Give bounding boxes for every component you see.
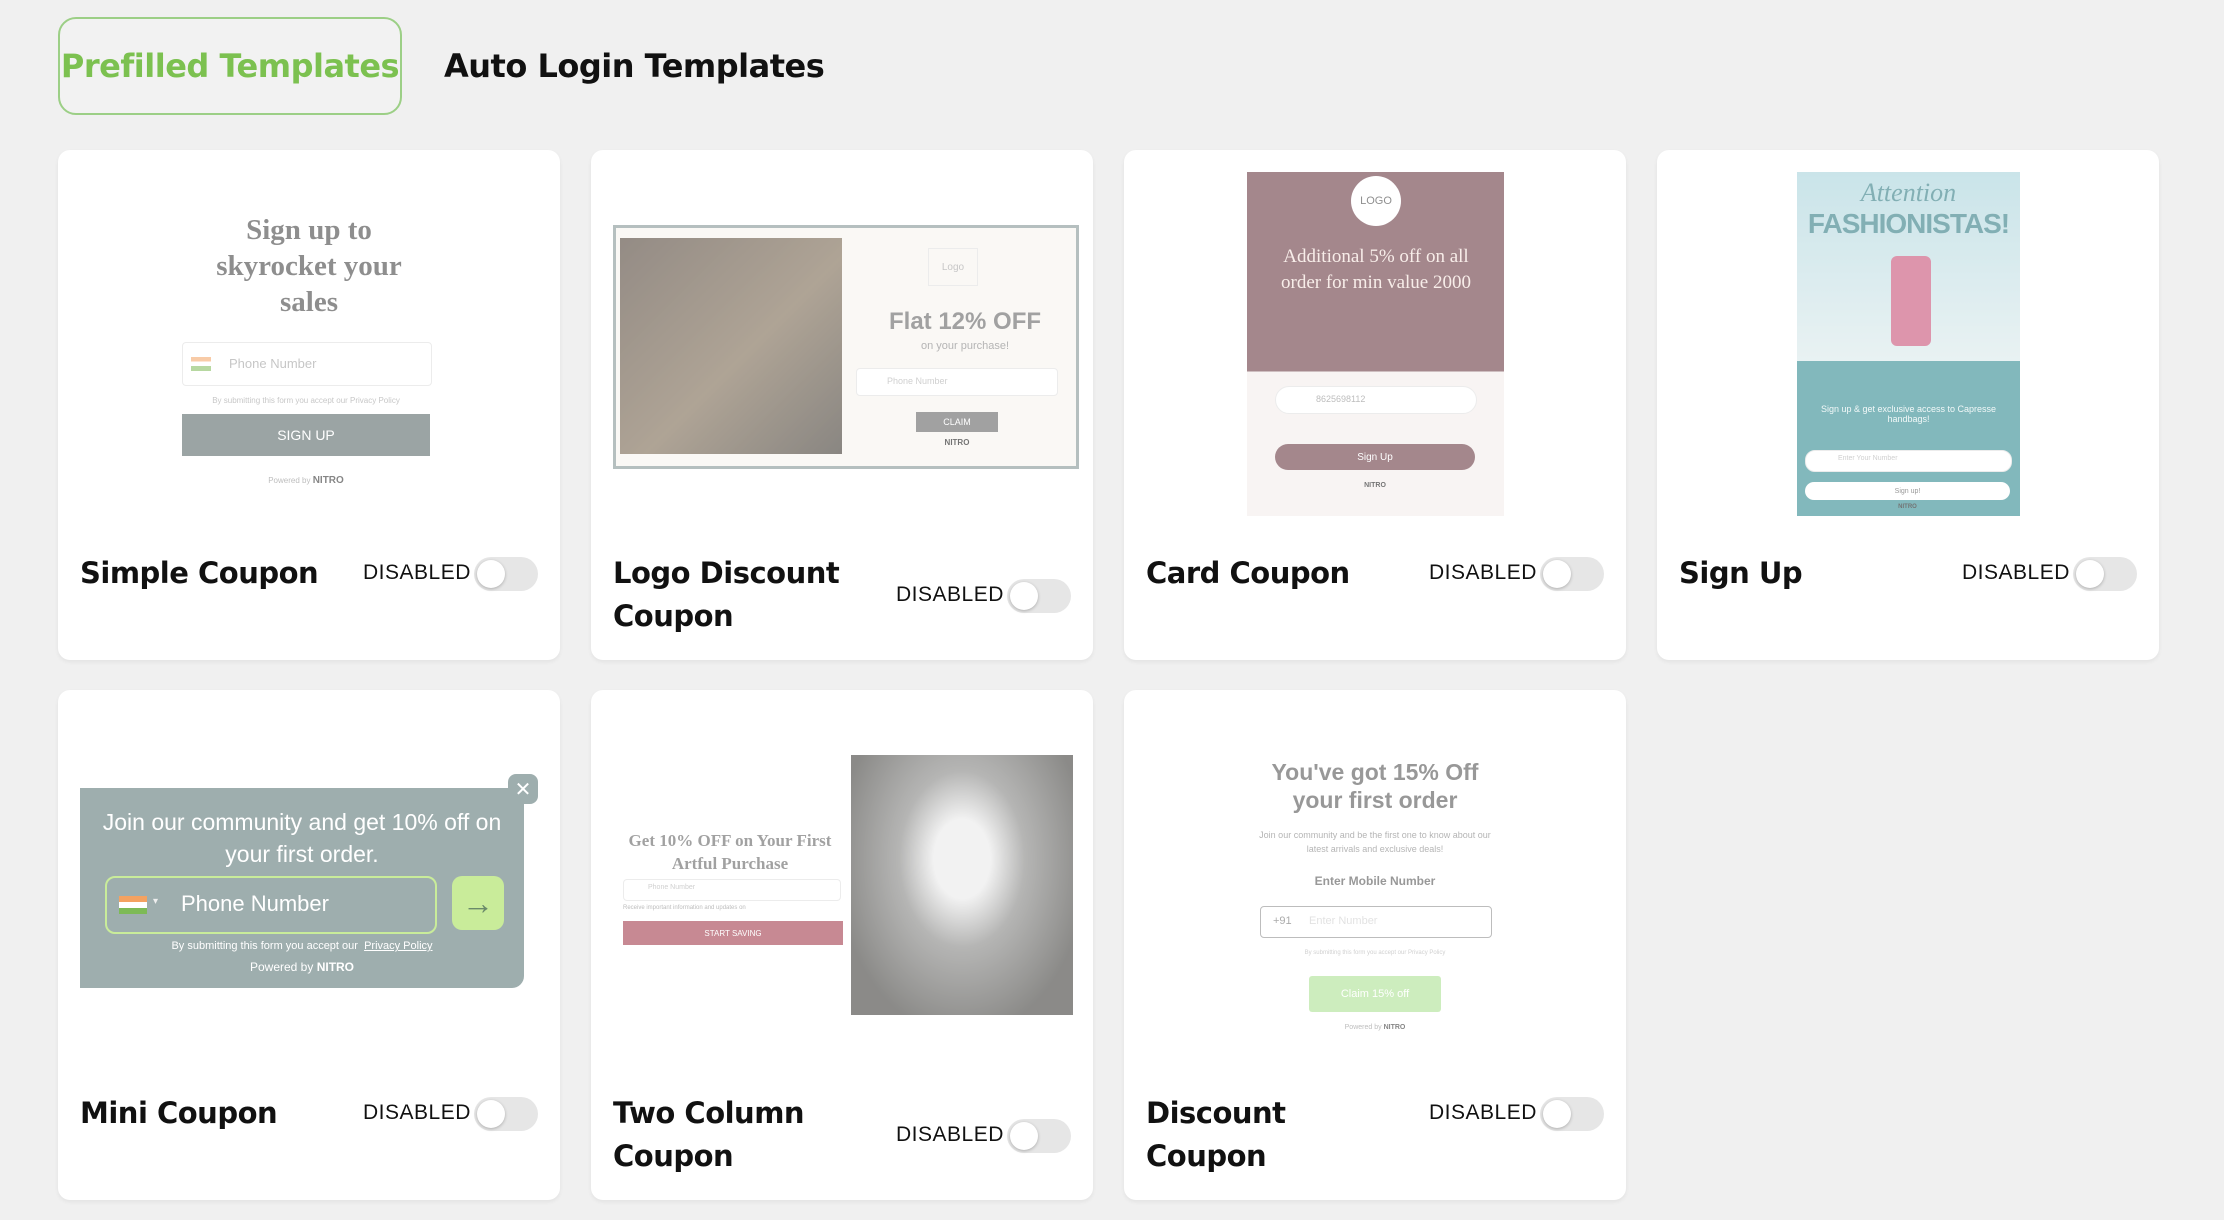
card-title: Card Coupon	[1146, 556, 1350, 590]
template-tabs: Prefilled Templates Auto Login Templates	[58, 17, 825, 115]
preview-button: Sign up!	[1805, 482, 2010, 500]
preview-field-placeholder: Phone Number	[229, 356, 317, 371]
status-label: DISABLED	[1962, 561, 2070, 584]
preview-model-image	[1891, 256, 1931, 346]
preview-headline: You've got 15% Off your first order	[1271, 759, 1479, 813]
preview-phone-field: Phone Number	[856, 368, 1058, 396]
template-preview: You've got 15% Off your first order Join…	[1124, 690, 1626, 1080]
template-card-sign-up[interactable]: Attention FASHIONISTAS! Sign up & get ex…	[1657, 150, 2159, 660]
preview-field-label: Enter Mobile Number	[1314, 874, 1436, 888]
enable-toggle[interactable]	[2073, 557, 2137, 591]
preview-powered: Powered by NITRO	[268, 475, 344, 486]
card-title: Two Column Coupon	[613, 1096, 805, 1173]
enable-toggle[interactable]	[474, 1097, 538, 1131]
template-card-mini-coupon[interactable]: Join our community and get 10% off on yo…	[58, 690, 560, 1200]
status-label: DISABLED	[363, 561, 471, 584]
preview-headline: Additional 5% off on all order for min v…	[1281, 246, 1471, 293]
card-title: Discount Coupon	[1146, 1096, 1286, 1173]
preview-sub: on your purchase!	[920, 340, 1010, 352]
preview-phone-field: ▾ Phone Number	[105, 876, 437, 934]
template-preview: Get 10% OFF on Your First Artful Purchas…	[591, 690, 1093, 1080]
preview-button: START SAVING	[623, 921, 843, 945]
preview-logo: Logo	[928, 248, 978, 286]
preview-checkbox-label: Receive important information and update…	[623, 905, 746, 911]
template-preview: Attention FASHIONISTAS! Sign up & get ex…	[1657, 150, 2159, 540]
template-card-logo-discount-coupon[interactable]: Logo Flat 12% OFF on your purchase! Phon…	[591, 150, 1093, 660]
preview-brand: NITRO	[1898, 504, 1917, 510]
flag-icon	[191, 357, 211, 371]
status-label: DISABLED	[896, 583, 1004, 606]
preview-consent: By submitting this form you accept our P…	[212, 396, 400, 405]
preview-headline: Join our community and get 10% off on yo…	[102, 809, 502, 867]
close-icon: ✕	[508, 774, 538, 804]
preview-phone-field: Enter Your Number	[1805, 450, 2012, 472]
card-title: Simple Coupon	[80, 556, 319, 590]
preview-button: Sign Up	[1275, 444, 1475, 470]
template-card-two-column-coupon[interactable]: Get 10% OFF on Your First Artful Purchas…	[591, 690, 1093, 1200]
enable-toggle[interactable]	[1007, 1119, 1071, 1153]
preview-headline: FASHIONISTAS!	[1807, 208, 2010, 239]
preview-button: SIGN UP	[182, 414, 430, 456]
preview-brand: NITRO	[1364, 482, 1386, 489]
preview-phone-field: +91 Enter Number	[1260, 906, 1492, 938]
preview-brand: NITRO	[944, 438, 970, 447]
template-card-discount-coupon[interactable]: You've got 15% Off your first order Join…	[1124, 690, 1626, 1200]
enable-toggle[interactable]	[1540, 1097, 1604, 1131]
card-title: Sign Up	[1679, 556, 1803, 590]
status-label: DISABLED	[896, 1123, 1004, 1146]
preview-popup: Logo Flat 12% OFF on your purchase! Phon…	[613, 225, 1079, 469]
enable-toggle[interactable]	[1540, 557, 1604, 591]
submit-arrow-icon: →	[452, 876, 504, 930]
card-title: Logo Discount Coupon	[613, 556, 840, 633]
card-title: Mini Coupon	[80, 1096, 278, 1130]
preview-headline: Get 10% OFF on Your First Artful Purchas…	[628, 831, 832, 873]
template-preview: Sign up to skyrocket your sales Phone Nu…	[58, 150, 560, 540]
preview-consent: By submitting this form you accept our P…	[1304, 950, 1446, 956]
preview-phone-field: 8625698112	[1275, 386, 1477, 414]
tab-auto-login-templates[interactable]: Auto Login Templates	[444, 19, 825, 113]
preview-powered: Powered by NITRO	[1344, 1024, 1406, 1031]
template-card-card-coupon[interactable]: LOGO Additional 5% off on all order for …	[1124, 150, 1626, 660]
preview-popup: Attention FASHIONISTAS! Sign up & get ex…	[1797, 172, 2020, 516]
preview-consent: By submitting this form you accept our P…	[171, 940, 433, 952]
preview-sub: Join our community and be the first one …	[1259, 830, 1491, 854]
preview-headline: Sign up to skyrocket your sales	[216, 214, 402, 318]
template-card-simple-coupon[interactable]: Sign up to skyrocket your sales Phone Nu…	[58, 150, 560, 660]
preview-shop-image	[620, 238, 842, 454]
preview-script-text: Attention	[1860, 178, 1957, 207]
status-label: DISABLED	[363, 1101, 471, 1124]
preview-phone-field: Phone Number	[182, 342, 432, 386]
template-preview: LOGO Additional 5% off on all order for …	[1124, 150, 1626, 540]
flag-icon	[119, 896, 147, 914]
preview-sub: Sign up & get exclusive access to Capres…	[1820, 404, 1997, 424]
preview-popup: Join our community and get 10% off on yo…	[80, 788, 524, 988]
preview-popup: Get 10% OFF on Your First Artful Purchas…	[613, 755, 1073, 1015]
preview-headline: Flat 12% OFF	[888, 308, 1042, 335]
preview-button: Claim 15% off	[1309, 976, 1441, 1012]
preview-button: CLAIM	[916, 412, 998, 432]
preview-phone-field: Phone Number	[623, 879, 841, 901]
status-label: DISABLED	[1429, 561, 1537, 584]
template-preview: Logo Flat 12% OFF on your purchase! Phon…	[591, 150, 1093, 540]
preview-logo: LOGO	[1351, 176, 1401, 226]
preview-popup: LOGO Additional 5% off on all order for …	[1247, 172, 1504, 516]
status-label: DISABLED	[1429, 1101, 1537, 1124]
template-preview: Join our community and get 10% off on yo…	[58, 690, 560, 1080]
preview-lamp-image	[851, 755, 1073, 1015]
preview-powered: Powered by NITRO	[249, 960, 355, 974]
enable-toggle[interactable]	[474, 557, 538, 591]
enable-toggle[interactable]	[1007, 579, 1071, 613]
tab-prefilled-templates[interactable]: Prefilled Templates	[58, 17, 402, 115]
